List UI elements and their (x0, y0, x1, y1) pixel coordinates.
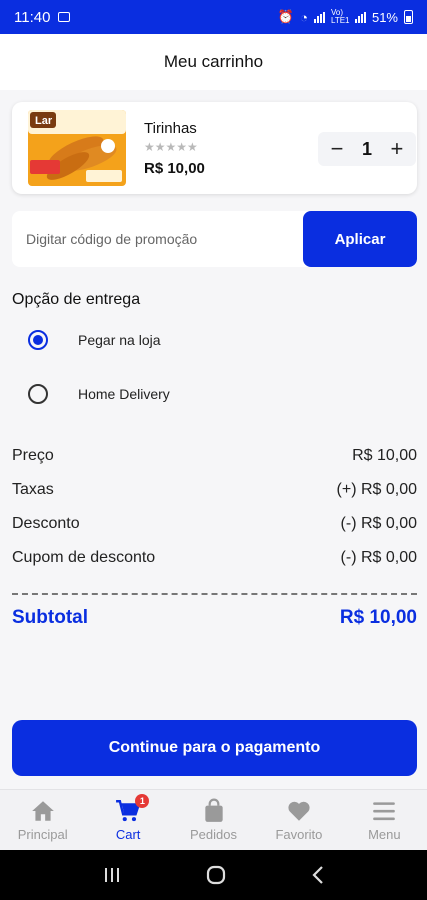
wifi-icon: ◔ (300, 9, 308, 25)
recent-apps-icon[interactable] (102, 866, 122, 884)
product-price: R$ 10,00 (144, 160, 205, 177)
summary-row-taxes: Taxas (+) R$ 0,00 (12, 481, 417, 499)
cart-badge: 1 (135, 794, 150, 808)
summary-label: Cupom de desconto (12, 549, 156, 566)
nav-label: Pedidos (190, 827, 237, 842)
promo-code-input[interactable] (12, 211, 303, 267)
delivery-option-label: Home Delivery (78, 386, 170, 402)
nav-item-menu[interactable]: Menu (342, 790, 427, 850)
summary-value: (+) R$ 0,00 (336, 481, 417, 498)
bag-icon (204, 798, 223, 822)
brand-text: Lar (35, 115, 53, 127)
product-name: Tirinhas (144, 120, 197, 137)
promo-code-section: Aplicar (12, 211, 417, 267)
radio-selected-icon[interactable] (28, 330, 48, 350)
back-icon[interactable] (310, 865, 326, 885)
summary-label: Preço (12, 447, 54, 464)
product-image: Lar (28, 110, 126, 186)
battery-icon (404, 10, 413, 24)
rating-stars: ★★★★★ (144, 140, 198, 154)
delivery-option-home[interactable]: Home Delivery (28, 384, 170, 404)
quantity-value: 1 (361, 138, 372, 159)
increase-quantity-button[interactable]: + (388, 138, 406, 160)
nav-item-home[interactable]: Principal (0, 790, 85, 850)
status-time: 11:40 (14, 8, 51, 26)
alarm-icon: ⏰ (277, 9, 295, 24)
subtotal-label: Subtotal (12, 607, 88, 628)
delivery-option-pickup[interactable]: Pegar na loja (28, 330, 161, 350)
delivery-option-label: Pegar na loja (78, 332, 161, 348)
summary-row-discount: Desconto (-) R$ 0,00 (12, 515, 417, 533)
nav-item-favorites[interactable]: Favorito (256, 790, 341, 850)
nav-item-orders[interactable]: Pedidos (171, 790, 256, 850)
continue-to-payment-button[interactable]: Continue para o pagamento (12, 720, 417, 776)
bottom-navigation: Principal 1 Cart Pedidos Favorito Menu (0, 789, 427, 850)
delivery-options-title: Opção de entrega (12, 291, 141, 308)
status-bar: 11:40 ⏰ ◔ Vo) LTE1 51% (0, 0, 427, 34)
quantity-stepper: − 1 + (318, 132, 416, 166)
summary-divider (12, 593, 417, 595)
subtotal-value: R$ 10,00 (339, 607, 417, 628)
gallery-notification-icon (58, 12, 71, 22)
network-label: Vo) LTE1 (330, 8, 350, 25)
summary-label: Desconto (12, 515, 80, 532)
apply-promo-button[interactable]: Aplicar (303, 211, 417, 267)
summary-value: (-) R$ 0,00 (340, 549, 417, 566)
summary-row-price: Preço R$ 10,00 (12, 447, 417, 465)
battery-percent: 51% (371, 9, 398, 25)
signal-icon-2 (354, 11, 366, 23)
system-navigation-bar (0, 850, 427, 900)
subtotal-row: Subtotal R$ 10,00 (12, 607, 417, 629)
cart-item-card[interactable]: Lar Tirinhas ★★★★★ R$ 10,00 − 1 + (12, 102, 417, 194)
nav-label: Cart (115, 827, 141, 842)
radio-unselected-icon[interactable] (28, 384, 48, 404)
heart-icon (288, 801, 310, 821)
signal-icon (313, 11, 325, 23)
nav-label: Favorito (275, 827, 323, 842)
nav-label: Menu (368, 827, 401, 842)
decrease-quantity-button[interactable]: − (328, 138, 346, 160)
summary-label: Taxas (12, 481, 54, 498)
summary-row-coupon: Cupom de desconto (-) R$ 0,00 (12, 549, 417, 567)
app-header: Meu carrinho (0, 34, 427, 90)
home-icon (31, 801, 54, 821)
summary-value: (-) R$ 0,00 (340, 515, 417, 532)
home-circle-icon[interactable] (205, 864, 227, 886)
nav-item-cart[interactable]: 1 Cart (85, 790, 170, 850)
nav-label: Principal (17, 827, 68, 842)
menu-icon (373, 802, 396, 821)
summary-value: R$ 10,00 (352, 447, 417, 464)
page-title: Meu carrinho (163, 52, 264, 71)
